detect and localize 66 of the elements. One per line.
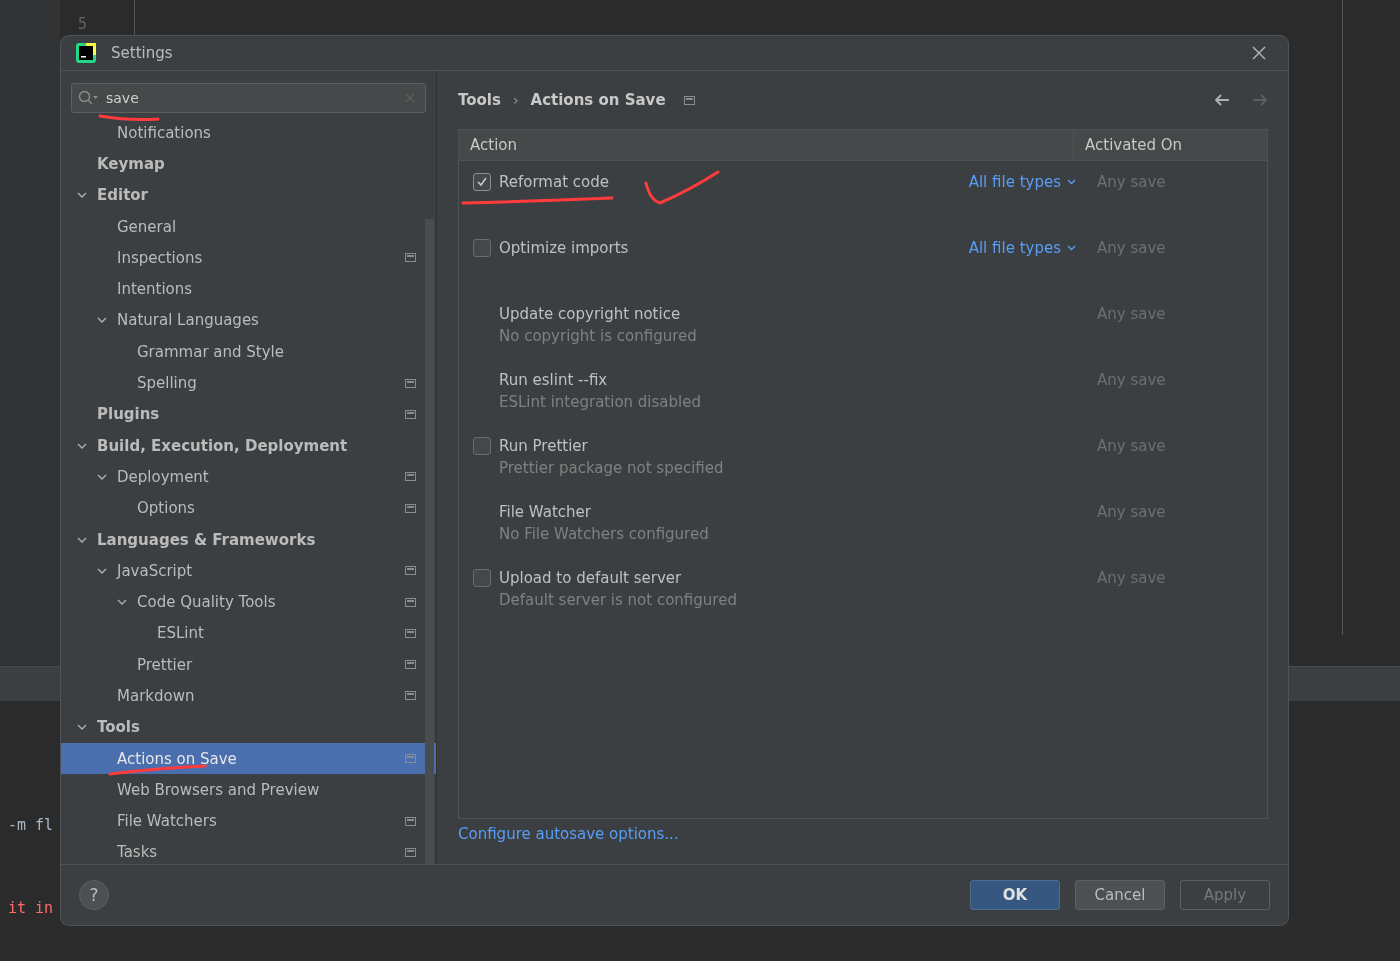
column-header: Activated On (1084, 135, 1184, 156)
tree-item[interactable]: Markdown (61, 680, 436, 712)
autosave-link[interactable]: Configure autosave options... (458, 825, 1268, 843)
tree-item[interactable]: Grammar and Style (61, 336, 436, 368)
tree-item[interactable]: Keymap (61, 148, 436, 180)
close-icon[interactable] (1252, 46, 1266, 60)
window-title: Settings (111, 44, 173, 62)
action-name: File Watcher (499, 503, 591, 521)
checkbox[interactable] (473, 437, 491, 455)
tree-item[interactable]: JavaScript (61, 555, 436, 587)
action-note: Default server is not configured (498, 591, 738, 609)
annotation-stroke (98, 114, 160, 122)
tree-item[interactable]: Notifications (61, 117, 436, 149)
tree-item[interactable]: Code Quality Tools (61, 586, 436, 618)
checkbox[interactable] (473, 239, 491, 257)
search-field[interactable]: save (71, 83, 426, 113)
project-scope-icon (683, 95, 695, 105)
action-note: Prettier package not specified (498, 459, 725, 477)
action-name: Update copyright notice (499, 305, 681, 323)
action-name: Run eslint --fix (499, 371, 608, 389)
dialog-button[interactable]: Cancel (1075, 880, 1165, 910)
line-number: 5 (78, 15, 88, 33)
back-arrow-icon[interactable] (1214, 93, 1230, 107)
action-note: ESLint integration disabled (498, 393, 702, 411)
tree-item[interactable]: Tools (61, 711, 436, 743)
action-name: Upload to default server (499, 569, 682, 587)
tree-item[interactable]: Actions on Save (61, 742, 436, 775)
tree-item[interactable]: Languages & Frameworks (61, 523, 436, 556)
checkmark-icon (476, 176, 488, 188)
tree-item[interactable]: Plugins (61, 398, 436, 430)
chevron-icon (1067, 179, 1076, 185)
action-name: Optimize imports (499, 239, 629, 257)
chevron-icon (1067, 245, 1076, 251)
tree-item[interactable]: Intentions (61, 273, 436, 305)
breadcrumb-item[interactable]: Actions on Save (530, 91, 666, 109)
tree-item[interactable]: Prettier (61, 649, 436, 681)
action-name: Reformat code (499, 173, 609, 191)
tree-item[interactable]: Tasks (61, 836, 436, 864)
tree-item[interactable]: Editor (61, 179, 436, 211)
tree-item[interactable]: Options (61, 492, 436, 524)
tree-item[interactable]: Inspections (61, 242, 436, 274)
dialog-button[interactable]: OK (970, 880, 1060, 910)
column-header: Action (459, 130, 1074, 160)
tree-item[interactable]: Web Browsers and Preview (61, 774, 436, 806)
checkbox[interactable] (473, 173, 491, 191)
action-note: No File Watchers configured (498, 525, 710, 543)
tree-item[interactable]: General (61, 210, 436, 243)
tree-item[interactable]: File Watchers (61, 805, 436, 837)
tree-item[interactable]: ESLint (61, 617, 436, 650)
search-icon (78, 90, 100, 106)
code-line: -m fl (8, 816, 54, 834)
action-name: Run Prettier (499, 437, 588, 455)
checkbox[interactable] (473, 569, 491, 587)
app-logo-icon (76, 43, 96, 63)
breadcrumb-item[interactable]: Tools (458, 91, 501, 109)
scrollbar[interactable] (425, 219, 434, 864)
action-note: No copyright is configured (498, 327, 698, 345)
code-line: it in (8, 899, 54, 917)
tree-item[interactable]: Deployment (61, 461, 436, 493)
file-types-dropdown[interactable]: All file types (968, 239, 1076, 257)
tree-item[interactable]: Natural Languages (61, 304, 436, 337)
help-button[interactable]: ? (79, 880, 109, 910)
tree-item[interactable]: Spelling (61, 367, 436, 399)
file-types-dropdown[interactable]: All file types (968, 173, 1076, 191)
tree-item[interactable]: Build, Execution, Deployment (61, 429, 436, 462)
breadcrumb-separator: › (512, 92, 519, 108)
